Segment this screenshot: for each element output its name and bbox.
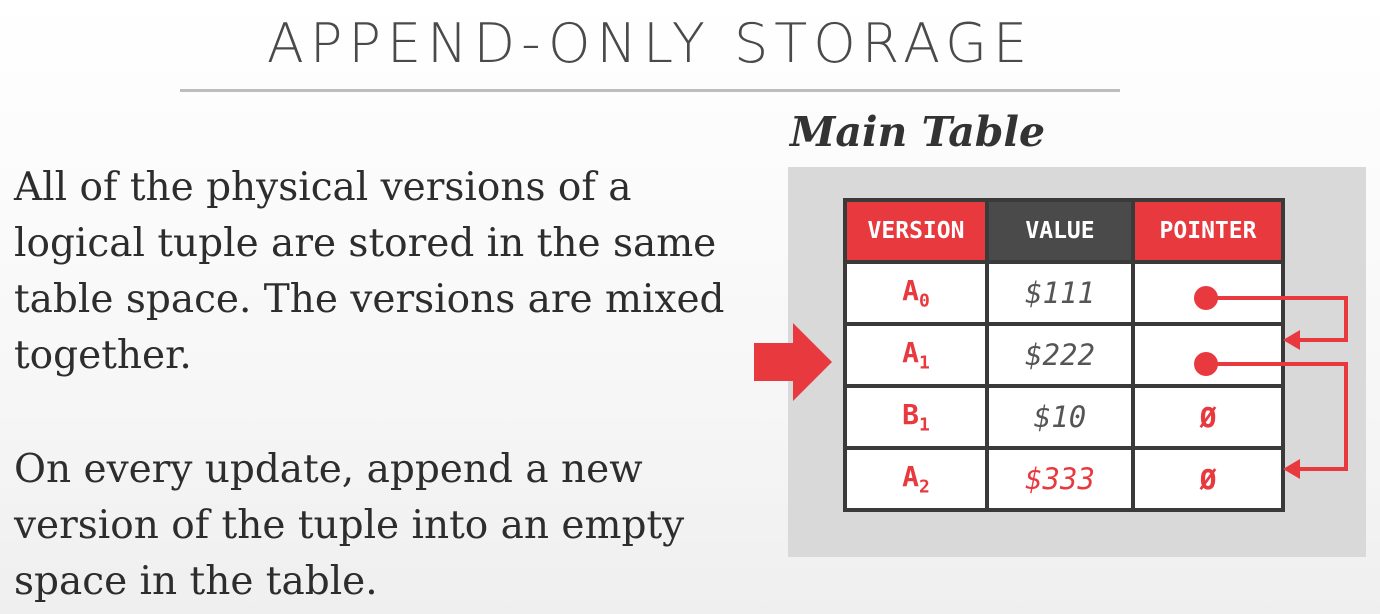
right-arrow-icon — [754, 323, 832, 401]
arrowhead-icon — [1283, 330, 1300, 350]
pointer-arrow-a1-to-a2 — [1206, 362, 1348, 471]
figure-overlay — [754, 286, 1348, 479]
pointer-dot-icon — [1194, 286, 1218, 310]
pointer-arrow-a0-to-a1 — [1206, 296, 1348, 342]
arrowhead-icon — [1283, 459, 1300, 479]
pointer-dot-icon — [1194, 352, 1218, 376]
